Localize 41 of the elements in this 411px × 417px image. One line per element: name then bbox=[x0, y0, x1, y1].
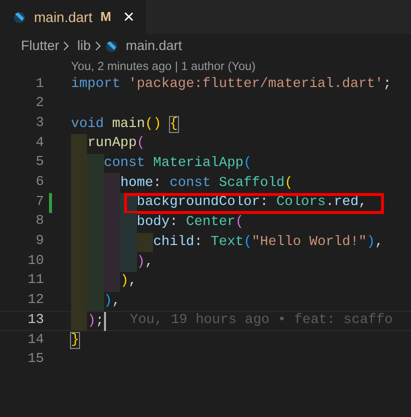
line-number: 9 bbox=[34, 233, 44, 252]
code-line: } bbox=[71, 332, 80, 350]
line-number: 14 bbox=[26, 332, 44, 350]
editor-tab[interactable]: main.dart M × bbox=[0, 0, 146, 34]
blame-annotation: You, 19 hours ago • feat: scaffo bbox=[130, 312, 393, 330]
code-line: const MaterialApp( bbox=[104, 155, 252, 174]
breadcrumb-item[interactable]: Flutter bbox=[21, 36, 60, 56]
code-line: ), bbox=[120, 273, 137, 292]
breadcrumb-item[interactable]: lib bbox=[77, 36, 91, 56]
code-line: import 'package:flutter/material.dart'; bbox=[71, 76, 392, 94]
text-cursor bbox=[104, 312, 106, 331]
code-line: ), bbox=[104, 292, 120, 311]
code-line: home: const Scaffold( bbox=[120, 174, 293, 193]
code-line: backgroundColor: Colors.red, bbox=[136, 194, 367, 212]
modified-indicator: M bbox=[100, 8, 112, 26]
close-icon[interactable]: × bbox=[123, 8, 134, 26]
code-line: runApp( bbox=[87, 135, 145, 154]
line-number: 2 bbox=[34, 95, 44, 114]
line-number: 6 bbox=[34, 174, 44, 192]
dart-file-icon bbox=[13, 10, 26, 24]
code-line: body: Center( bbox=[136, 214, 244, 232]
blame-annotation[interactable]: You, 2 minutes ago | 1 author (You) bbox=[71, 59, 256, 73]
chevron-icon bbox=[94, 41, 101, 51]
dart-file-icon bbox=[104, 40, 118, 52]
code-line: void main() { bbox=[71, 116, 178, 134]
line-number: 3 bbox=[34, 114, 44, 133]
breadcrumb-item[interactable]: main.dart bbox=[126, 36, 182, 56]
line-number: 5 bbox=[34, 154, 44, 172]
line-number: 15 bbox=[26, 351, 44, 370]
line-number: 4 bbox=[34, 134, 44, 153]
line-number: 13 bbox=[26, 312, 44, 330]
code-line: ); bbox=[87, 312, 104, 331]
line-number: 1 bbox=[34, 76, 44, 94]
line-number: 8 bbox=[34, 213, 44, 232]
code-line: ), bbox=[136, 254, 154, 272]
line-number: 11 bbox=[26, 272, 44, 290]
line-number: 7 bbox=[34, 194, 44, 212]
line-number: 12 bbox=[26, 292, 44, 310]
line-number: 10 bbox=[26, 252, 44, 271]
code-line: child: Text("Hello World!"), bbox=[153, 234, 384, 252]
chevron-icon bbox=[63, 41, 70, 51]
